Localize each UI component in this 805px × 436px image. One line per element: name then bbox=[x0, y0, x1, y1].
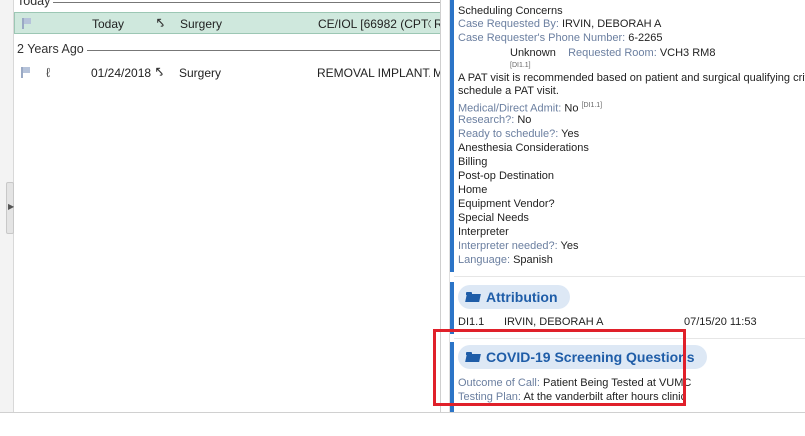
field-label: Medical/Direct Admit: bbox=[458, 102, 562, 115]
row-trailing: R bbox=[434, 17, 440, 31]
field-label: Language: bbox=[458, 254, 510, 266]
surgery-icon: ⤣ bbox=[157, 16, 164, 30]
field-value: Yes bbox=[561, 128, 580, 140]
attribution-section-header[interactable]: Attribution bbox=[458, 285, 570, 309]
row-date: 01/24/2018 bbox=[91, 66, 152, 80]
scheduling-concerns-heading: Scheduling Concerns bbox=[458, 5, 563, 17]
section-accent-bar bbox=[450, 282, 454, 334]
row-trailing: M bbox=[433, 66, 440, 80]
field-value: IRVIN, DEBORAH A bbox=[561, 18, 662, 30]
field-label: Research?: bbox=[458, 114, 515, 126]
group-label: 2 Years Ago bbox=[17, 42, 87, 56]
unknown-text: Unknown bbox=[510, 47, 556, 59]
section-accent-bar bbox=[450, 0, 454, 272]
section-divider bbox=[454, 276, 805, 277]
folder-open-icon bbox=[466, 292, 480, 302]
surgery-icon: ⤣ bbox=[156, 65, 163, 79]
field-label: Case Requester's Phone Number: bbox=[458, 32, 626, 44]
field-value: VCH3 RM8 bbox=[659, 47, 716, 59]
reference-tag: [DI1.1] bbox=[581, 102, 603, 109]
field-label: Case Requested By: bbox=[458, 18, 559, 30]
encounter-list-panel: Today Today ⤣ Surgery CE/IOL [66982 (CPT… bbox=[14, 0, 441, 412]
left-gutter: ▶ bbox=[0, 0, 14, 436]
row-procedure: REMOVAL IMPLANT... bbox=[317, 66, 430, 80]
special-needs: Special Needs bbox=[458, 212, 529, 224]
field-value: 6-2265 bbox=[628, 32, 663, 44]
language: Language: Spanish bbox=[458, 254, 553, 267]
section-title: Attribution bbox=[486, 289, 558, 305]
pat-visit-text-2: schedule a PAT visit. bbox=[458, 85, 559, 97]
encounter-row[interactable]: Today ⤣ Surgery CE/IOL [66982 (CPT®)] R bbox=[14, 12, 440, 34]
group-header-2-years-ago: 2 Years Ago bbox=[14, 40, 440, 58]
interpreter: Interpreter bbox=[458, 226, 509, 238]
group-label: Today bbox=[17, 0, 54, 8]
field-label: Interpreter needed?: bbox=[458, 240, 558, 252]
row-procedure: CE/IOL [66982 (CPT®)] bbox=[318, 17, 431, 31]
attribution-datetime: 07/15/20 11:53 bbox=[684, 316, 757, 328]
requested-room: Unknown Requested Room: VCH3 RM8 bbox=[510, 47, 715, 60]
research: Research?: No bbox=[458, 114, 531, 127]
home: Home bbox=[458, 184, 488, 196]
billing: Billing bbox=[458, 156, 488, 168]
field-value: Yes bbox=[560, 240, 579, 252]
reference-tag: [DI1.1] bbox=[510, 62, 531, 69]
interpreter-needed: Interpreter needed?: Yes bbox=[458, 240, 579, 253]
flag-icon[interactable] bbox=[21, 67, 30, 78]
paperclip-icon[interactable]: ℓ bbox=[46, 65, 50, 80]
attribution-code: DI1.1 bbox=[458, 316, 485, 328]
bottom-strip bbox=[0, 412, 805, 436]
group-header-today: Today bbox=[14, 0, 440, 10]
highlight-annotation-box bbox=[433, 329, 686, 406]
field-value: No bbox=[517, 114, 532, 126]
flag-icon[interactable] bbox=[22, 18, 31, 29]
encounter-row[interactable]: ℓ 01/24/2018 ⤣ Surgery REMOVAL IMPLANT..… bbox=[14, 62, 440, 84]
equipment-vendor: Equipment Vendor? bbox=[458, 198, 555, 210]
row-type: Surgery bbox=[180, 17, 223, 31]
row-type: Surgery bbox=[179, 66, 222, 80]
field-label: Requested Room: bbox=[568, 47, 657, 59]
anesthesia-considerations: Anesthesia Considerations bbox=[458, 142, 589, 154]
case-requested-by: Case Requested By: IRVIN, DEBORAH A bbox=[458, 18, 661, 31]
attribution-name: IRVIN, DEBORAH A bbox=[504, 316, 604, 328]
collapse-handle[interactable]: ▶ bbox=[6, 182, 14, 234]
field-value: No bbox=[564, 102, 579, 115]
group-divider bbox=[17, 2, 440, 3]
row-date: Today bbox=[92, 17, 125, 31]
field-value: Spanish bbox=[513, 254, 553, 266]
pat-visit-text-1: A PAT visit is recommended based on pati… bbox=[458, 72, 805, 84]
requester-phone: Case Requester's Phone Number: 6-2265 bbox=[458, 32, 663, 45]
postop-destination: Post-op Destination bbox=[458, 170, 554, 182]
ready-to-schedule: Ready to schedule?: Yes bbox=[458, 128, 579, 141]
field-label: Ready to schedule?: bbox=[458, 128, 559, 140]
